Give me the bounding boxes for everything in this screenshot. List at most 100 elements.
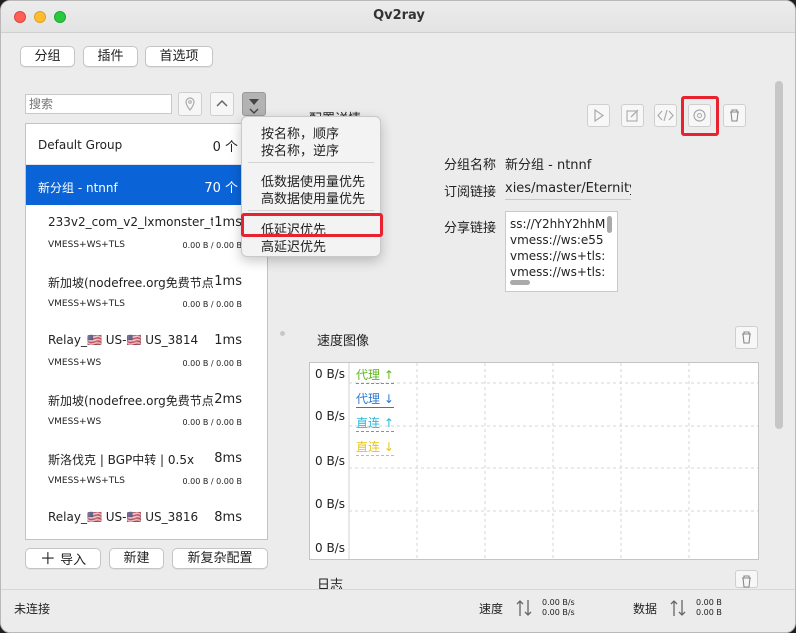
search-input[interactable] <box>25 94 172 114</box>
y-tick-label: 0 B/s <box>315 497 345 511</box>
y-tick-label: 0 B/s <box>315 367 345 381</box>
legend-proxy-up: 代理 ↑ <box>356 368 394 384</box>
connect-button[interactable] <box>587 104 610 127</box>
trash-icon <box>742 331 751 344</box>
share-scrollbar-h[interactable] <box>510 280 530 285</box>
list-item[interactable]: 233v2_com_v2_lxmonster_to 1ms VMESS+WS+T… <box>26 207 267 266</box>
groups-button[interactable]: 分组 <box>20 46 75 67</box>
group-count: 0 个 <box>212 140 238 155</box>
node-traffic: 0.00 B / 0.00 B <box>182 359 242 368</box>
list-item[interactable]: 新加坡(nodefree.org免费节点每 1ms VMESS+WS+TLS 0… <box>26 266 267 325</box>
new-complex-config-button[interactable]: 新复杂配置 <box>172 548 268 569</box>
import-label: 导入 <box>60 553 87 568</box>
menu-item-sort-latency-high[interactable]: 高延迟优先 <box>261 236 326 255</box>
locate-button[interactable] <box>178 92 202 116</box>
trash-icon <box>742 575 751 588</box>
list-item[interactable]: 新加坡(nodefree.org免费节点每 2ms VMESS+WS 0.00 … <box>26 384 267 443</box>
node-latency: 1ms <box>214 274 242 289</box>
node-latency: 2ms <box>214 392 242 407</box>
node-latency: 1ms <box>214 215 242 230</box>
menu-separator <box>248 162 374 163</box>
status-divider <box>1 589 795 590</box>
subscription-label: 订阅链接 <box>444 185 497 200</box>
location-pin-icon <box>185 97 195 111</box>
node-traffic: 0.00 B / 0.00 B <box>182 477 242 486</box>
speed-up-value: 0.00 B/s <box>542 598 575 607</box>
data-up-value: 0.00 B <box>696 598 722 607</box>
share-scrollbar-v[interactable] <box>607 216 612 233</box>
legend-direct-down: 直连 ↓ <box>356 440 394 456</box>
main-window: Qv2ray 分组 插件 首选项 Default Group 0 个 新分组 -… <box>0 0 796 633</box>
title-bar: Qv2ray <box>1 1 795 33</box>
highlight-low-latency-item <box>241 213 383 237</box>
plus-icon: ＋ <box>39 549 56 568</box>
import-button[interactable]: ＋ 导入 <box>25 548 101 569</box>
legend-proxy-down: 代理 ↓ <box>356 392 394 408</box>
menu-item-sort-name-desc[interactable]: 按名称，逆序 <box>261 140 339 159</box>
clear-speed-chart-button[interactable] <box>735 326 758 349</box>
list-item[interactable]: Relay_🇺🇸 US-🇺🇸 US_3816 8ms <box>26 502 267 539</box>
splitter-dot[interactable] <box>280 331 285 336</box>
collapse-button[interactable] <box>210 92 234 116</box>
group-name-value: 新分组 - ntnnf <box>505 158 592 173</box>
speed-chart: 0 B/s 0 B/s 0 B/s 0 B/s 0 B/s 代理 ↑ 代理 ↓ … <box>309 362 759 560</box>
y-tick-label: 0 B/s <box>315 454 345 468</box>
subscription-value[interactable]: xies/master/Eternity <box>505 181 631 200</box>
group-name-label: 分组名称 <box>444 158 497 173</box>
highlight-latency-button <box>681 96 719 136</box>
list-item[interactable]: Relay_🇺🇸 US-🇺🇸 US_3814 1ms VMESS+WS 0.00… <box>26 325 267 384</box>
data-down-value: 0.00 B <box>696 608 722 617</box>
node-name: 斯洛伐克 | BGP中转 | 0.5x <box>48 453 195 467</box>
share-link-box[interactable]: ss://Y2hhY2hhM vmess://ws:e55 vmess://ws… <box>505 211 618 292</box>
node-traffic: 0.00 B / 0.00 B <box>182 418 242 427</box>
node-name: 新加坡(nodefree.org免费节点每 <box>48 394 213 408</box>
preferences-button[interactable]: 首选项 <box>145 46 213 67</box>
group-name: 新分组 - ntnnf <box>38 181 118 195</box>
node-traffic: 0.00 B / 0.00 B <box>182 300 242 309</box>
node-latency: 8ms <box>214 510 242 525</box>
node-name: Relay_🇺🇸 US-🇺🇸 US_3814 <box>48 333 199 347</box>
chevron-up-icon <box>216 99 228 107</box>
node-latency: 1ms <box>214 333 242 348</box>
y-tick-label: 0 B/s <box>315 409 345 423</box>
node-name: 233v2_com_v2_lxmonster_to <box>48 215 213 229</box>
up-down-arrows-icon <box>516 600 532 616</box>
log-title: 日志 <box>317 578 344 593</box>
up-down-arrows-icon <box>670 600 686 616</box>
node-protocol: VMESS+WS <box>48 358 102 368</box>
y-tick-label: 0 B/s <box>315 541 345 555</box>
plugins-button[interactable]: 插件 <box>83 46 138 67</box>
share-line: ss://Y2hhY2hhM <box>510 217 606 231</box>
new-button[interactable]: 新建 <box>109 548 164 569</box>
connection-status: 未连接 <box>14 602 51 616</box>
node-name: 新加坡(nodefree.org免费节点每 <box>48 276 213 290</box>
speed-down-value: 0.00 B/s <box>542 608 575 617</box>
list-item[interactable]: 斯洛伐克 | BGP中转 | 0.5x 8ms VMESS+WS+TLS 0.0… <box>26 443 267 502</box>
menu-item-sort-data-high[interactable]: 高数据使用量优先 <box>261 188 365 207</box>
node-name: Relay_🇺🇸 US-🇺🇸 US_3816 <box>48 510 199 524</box>
group-name: Default Group <box>38 138 123 152</box>
details-scrollbar[interactable] <box>775 81 783 429</box>
edit-json-button[interactable] <box>654 104 677 127</box>
speed-label: 速度 <box>479 602 504 616</box>
group-item-selected[interactable]: 新分组 - ntnnf 70 个 <box>26 165 267 205</box>
edit-icon <box>626 109 639 122</box>
clear-log-button[interactable] <box>735 570 758 588</box>
node-traffic: 0.00 B / 0.00 B <box>182 241 242 250</box>
share-line: vmess://ws+tls: <box>510 265 606 279</box>
sort-menu-button[interactable] <box>242 92 266 116</box>
node-latency: 8ms <box>214 451 242 466</box>
trash-icon <box>730 109 739 122</box>
window-title: Qv2ray <box>373 8 425 23</box>
connection-list[interactable]: Default Group 0 个 新分组 - ntnnf 70 个 233v2… <box>25 123 268 540</box>
share-link-label: 分享链接 <box>444 221 497 236</box>
node-protocol: VMESS+WS+TLS <box>48 240 125 250</box>
group-count: 70 个 <box>204 181 238 196</box>
group-item-default[interactable]: Default Group 0 个 <box>26 124 267 164</box>
edit-button[interactable] <box>621 104 644 127</box>
delete-button[interactable] <box>723 104 746 127</box>
speed-chart-title: 速度图像 <box>317 334 370 349</box>
node-protocol: VMESS+WS+TLS <box>48 476 125 486</box>
legend-direct-up: 直连 ↑ <box>356 416 394 432</box>
node-protocol: VMESS+WS+TLS <box>48 299 125 309</box>
